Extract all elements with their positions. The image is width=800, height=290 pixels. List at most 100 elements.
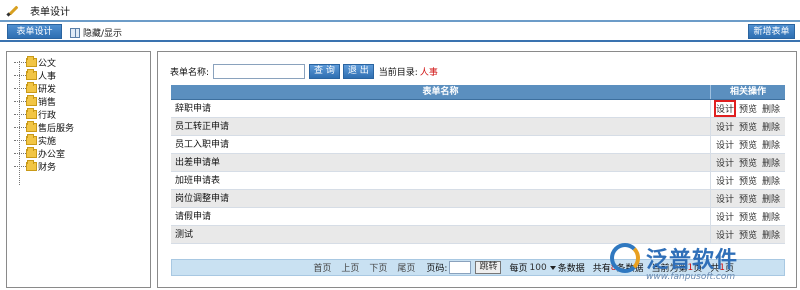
table-header: 表单名称 相关操作 (171, 85, 785, 100)
pen-icon (6, 3, 20, 17)
preview-link[interactable]: 预览 (739, 120, 757, 133)
logo-name: 泛普软件 (646, 248, 739, 273)
last-page-link[interactable]: 尾页 (397, 261, 415, 274)
column-header-name: 表单名称 (171, 85, 711, 99)
preview-link[interactable]: 预览 (739, 192, 757, 205)
current-dir-label: 当前目录: (378, 68, 418, 78)
logo-mark-icon (610, 243, 640, 273)
tree-item-after-sales[interactable]: 售后服务 (12, 121, 74, 134)
design-link[interactable]: 设计 (716, 138, 734, 151)
folder-icon (26, 82, 37, 93)
per-page-suffix: 条数据 (557, 264, 585, 274)
page-number-input[interactable] (449, 261, 472, 274)
toggle-tree-button[interactable]: 隐藏/显示 (70, 26, 122, 39)
form-table: 表单名称 相关操作 辞职申请 设计 预览 删除 员工转正申请 设计 预览 删除 … (171, 85, 785, 244)
form-name-cell: 员工转正申请 (171, 118, 711, 135)
table-row: 员工入职申请 设计 预览 删除 (171, 136, 785, 154)
form-name-label: 表单名称: (170, 68, 210, 78)
current-dir-value: 人事 (419, 68, 438, 78)
next-page-link[interactable]: 下页 (369, 261, 387, 274)
table-row: 岗位调整申请 设计 预览 删除 (171, 190, 785, 208)
actions-cell: 设计 预览 删除 (711, 172, 785, 189)
delete-link[interactable]: 删除 (762, 210, 780, 223)
table-row: 请假申请 设计 预览 删除 (171, 208, 785, 226)
actions-cell: 设计 预览 删除 (711, 136, 785, 153)
page-title: 表单设计 (30, 6, 70, 18)
form-name-cell: 出差申请单 (171, 154, 711, 171)
delete-link[interactable]: 删除 (762, 192, 780, 205)
actions-cell: 设计 预览 删除 (711, 154, 785, 171)
form-name-cell: 请假申请 (171, 208, 711, 225)
jump-button[interactable]: 跳转 (475, 261, 502, 274)
tab-form-design[interactable]: 表单设计 (7, 24, 62, 39)
column-header-actions: 相关操作 (729, 87, 766, 97)
actions-cell: 设计 预览 删除 (711, 118, 785, 135)
title-divider (0, 20, 800, 22)
design-link[interactable]: 设计 (716, 120, 734, 133)
form-name-cell: 员工入职申请 (171, 136, 711, 153)
per-page-select[interactable]: 100 (530, 263, 556, 273)
design-link[interactable]: 设计 (716, 156, 734, 169)
actions-cell: 设计 预览 删除 (711, 190, 785, 207)
preview-link[interactable]: 预览 (739, 102, 757, 115)
delete-link[interactable]: 删除 (762, 102, 780, 115)
preview-link[interactable]: 预览 (739, 156, 757, 169)
first-page-link[interactable]: 首页 (313, 261, 331, 274)
per-page-value: 100 (529, 262, 547, 273)
form-name-cell: 加班申请表 (171, 172, 711, 189)
toolbar: 表单设计 隐藏/显示 新增表单 (0, 24, 800, 40)
table-row: 辞职申请 设计 预览 删除 (171, 100, 785, 118)
query-button[interactable]: 查 询 (309, 64, 340, 79)
folder-icon (26, 56, 37, 67)
tree-item-admin[interactable]: 行政 (12, 108, 74, 121)
chevron-down-icon (549, 265, 556, 270)
preview-link[interactable]: 预览 (739, 174, 757, 187)
per-page-label: 每页 (509, 264, 528, 274)
brand-logo: 泛普软件 www.fanpusoft.com (594, 240, 794, 288)
toolbar-divider (0, 40, 800, 42)
table-row: 员工转正申请 设计 预览 删除 (171, 118, 785, 136)
toggle-label: 隐藏/显示 (83, 29, 123, 39)
delete-link[interactable]: 删除 (762, 174, 780, 187)
new-form-button[interactable]: 新增表单 (748, 24, 795, 39)
folder-icon (26, 108, 37, 119)
prev-page-link[interactable]: 上页 (341, 261, 359, 274)
folder-icon (26, 147, 37, 158)
form-name-cell: 岗位调整申请 (171, 190, 711, 207)
tree-item-office[interactable]: 办公室 (12, 147, 74, 160)
tree-item-implementation[interactable]: 实施 (12, 134, 74, 147)
delete-link[interactable]: 删除 (762, 156, 780, 169)
actions-cell: 设计 预览 删除 (711, 100, 785, 117)
preview-link[interactable]: 预览 (739, 210, 757, 223)
delete-link[interactable]: 删除 (762, 120, 780, 133)
title-bar: 表单设计 (0, 0, 800, 20)
exit-button[interactable]: 退 出 (342, 64, 374, 79)
search-bar: 表单名称: 查 询 退 出 当前目录: 人事 (170, 64, 438, 79)
tree-item-sales[interactable]: 销售 (12, 95, 74, 108)
category-tree: 公文 人事 研发 销售 行政 售后服务 实施 办公室 财务 (12, 56, 74, 185)
actions-cell: 设计 预览 删除 (711, 208, 785, 225)
logo-url: www.fanpusoft.com (646, 272, 736, 282)
design-link[interactable]: 设计 (716, 210, 734, 223)
table-row: 加班申请表 设计 预览 删除 (171, 172, 785, 190)
delete-link[interactable]: 删除 (762, 138, 780, 151)
category-tree-panel: 公文 人事 研发 销售 行政 售后服务 实施 办公室 财务 (6, 51, 151, 288)
panel-toggle-icon (70, 27, 80, 38)
folder-icon (26, 134, 37, 145)
form-name-cell: 辞职申请 (171, 100, 711, 117)
tree-item-hr[interactable]: 人事 (12, 69, 74, 82)
folder-icon (26, 121, 37, 132)
tree-item-rnd[interactable]: 研发 (12, 82, 74, 95)
folder-icon (26, 69, 37, 80)
tree-item-finance[interactable]: 财务 (12, 160, 74, 173)
table-row: 出差申请单 设计 预览 删除 (171, 154, 785, 172)
folder-icon (26, 95, 37, 106)
design-link[interactable]: 设计 (713, 100, 737, 117)
design-link[interactable]: 设计 (716, 192, 734, 205)
preview-link[interactable]: 预览 (739, 138, 757, 151)
design-link[interactable]: 设计 (716, 174, 734, 187)
tree-item-documents[interactable]: 公文 (12, 56, 74, 69)
folder-icon (26, 160, 37, 171)
form-name-input[interactable] (213, 64, 306, 79)
page-number-label: 页码: (426, 264, 448, 274)
